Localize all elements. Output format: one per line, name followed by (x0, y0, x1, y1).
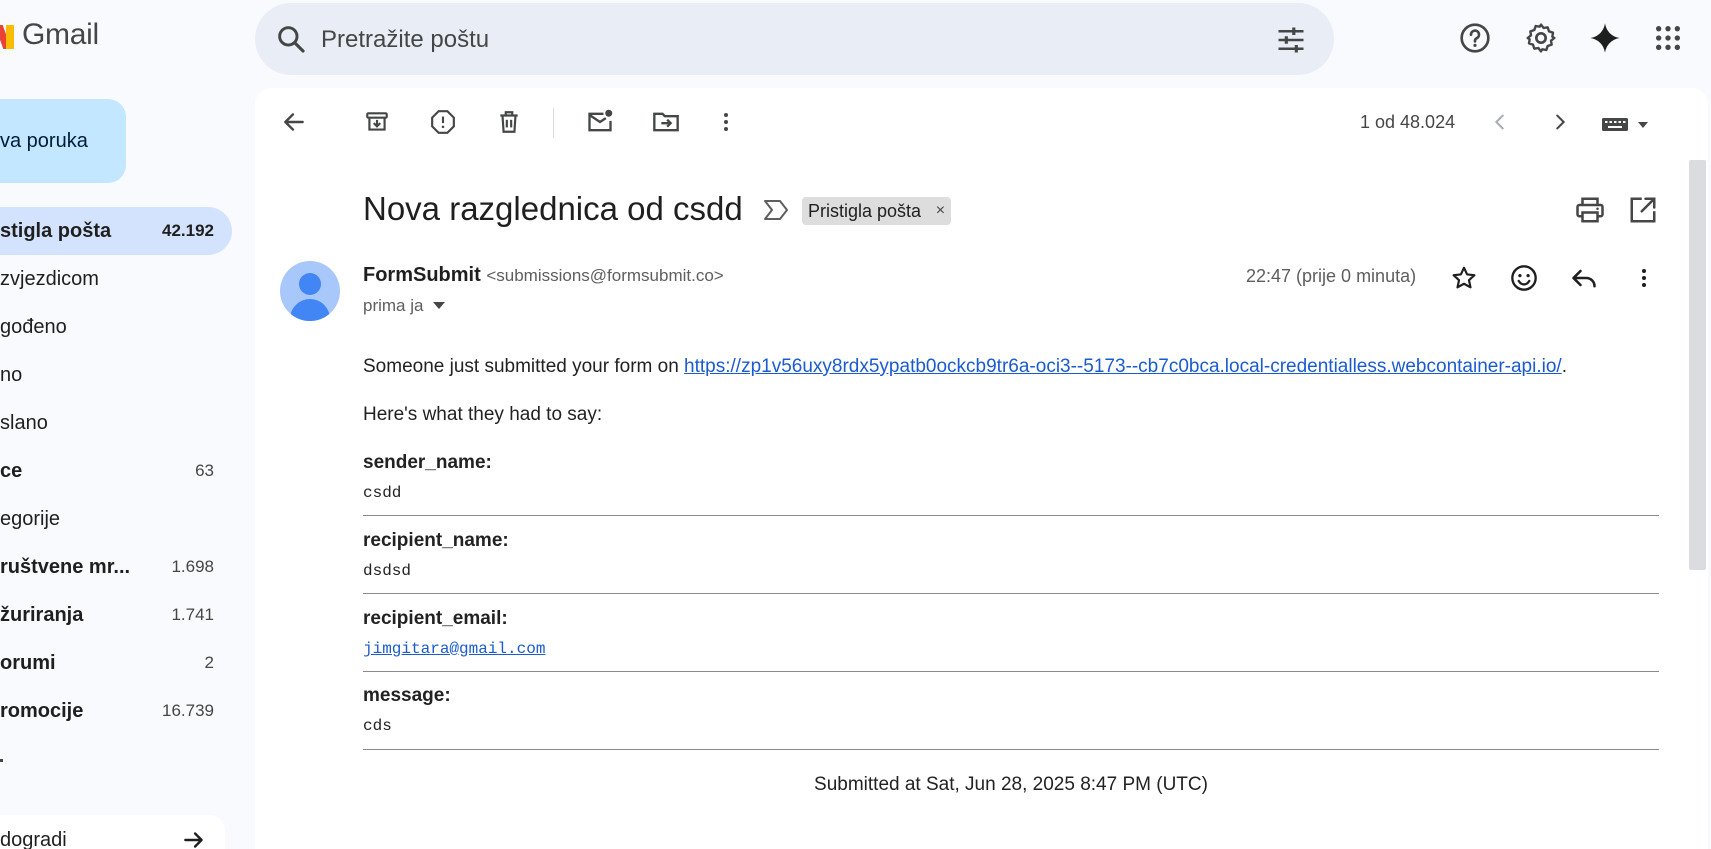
settings-gear-icon[interactable] (1523, 20, 1559, 56)
sidebar-item-starred[interactable]: zvjezdicom (0, 255, 232, 303)
gemini-sparkle-icon[interactable] (1587, 20, 1623, 56)
sidebar-item-important[interactable]: no (0, 351, 232, 399)
remove-label-icon[interactable]: × (936, 197, 945, 225)
newer-chevron-left-icon[interactable] (1484, 106, 1516, 138)
field-key: recipient_name: (363, 530, 509, 551)
gmail-m-icon (0, 21, 14, 49)
sidebar-item-count: 2 (204, 653, 214, 672)
delete-trash-icon[interactable] (493, 106, 525, 138)
label-chip-text: Pristigla pošta (808, 201, 922, 221)
mark-unread-icon[interactable] (584, 106, 616, 138)
sender-line: FormSubmit <submissions@formsubmit.co> (363, 264, 724, 287)
input-tools-keyboard-icon[interactable] (1602, 112, 1652, 134)
field-value: csdd (363, 484, 402, 502)
recipient-email-link[interactable]: jimgitara@gmail.com (363, 640, 1659, 658)
apps-grid-icon[interactable] (1650, 20, 1686, 56)
sidebar-item-updates[interactable]: žuriranja 1.741 (0, 591, 232, 639)
sidebar-item-promotions[interactable]: romocije 16.739 (0, 687, 232, 735)
sidebar-item-label: no (0, 363, 23, 386)
search-bar[interactable]: Pretražite poštu (255, 3, 1334, 75)
caret-down-icon (433, 302, 446, 309)
gmail-logo[interactable]: Gmail (0, 18, 99, 52)
open-in-new-window-icon[interactable] (1628, 195, 1658, 225)
sidebar-item-label: zvjezdicom (0, 267, 99, 290)
recipient-details-toggle[interactable]: prima ja (363, 296, 446, 316)
sidebar-item-label: orumi (0, 651, 56, 674)
add-reaction-emoji-icon[interactable] (1507, 261, 1541, 295)
lead-paragraph: Here's what they had to say: (363, 404, 603, 425)
compose-button[interactable]: va poruka (0, 99, 126, 183)
email-subject: Nova razglednica od csdd (363, 190, 743, 227)
sidebar-item-forums[interactable]: orumi 2 (0, 639, 232, 687)
toolbar-divider (553, 108, 554, 138)
back-arrow-icon[interactable] (278, 106, 310, 138)
print-all-icon[interactable] (1575, 195, 1605, 225)
sidebar-item-label: egorije (0, 507, 61, 530)
sidebar-item-label: ce (0, 459, 23, 482)
older-chevron-right-icon[interactable] (1544, 106, 1576, 138)
field-key: recipient_email: (363, 608, 508, 629)
sidebar-item-social[interactable]: ruštvene mr... 1.698 (0, 543, 232, 591)
sender-name[interactable]: FormSubmit (363, 264, 481, 286)
more-vert-icon[interactable] (710, 106, 742, 138)
message-more-vert-icon[interactable] (1627, 261, 1661, 295)
sidebar-more-marker (0, 759, 3, 762)
intro-suffix: . (1561, 356, 1567, 377)
sidebar-item-count: 16.739 (162, 701, 214, 720)
sender-avatar[interactable] (280, 261, 340, 321)
sidebar-item-label: romocije (0, 699, 84, 722)
importance-marker-icon[interactable] (763, 198, 789, 222)
recipient-line: prima ja (363, 296, 424, 315)
sidebar-item-count: 63 (195, 461, 214, 480)
sidebar-item-label: žuriranja (0, 603, 84, 626)
sidebar-item-count: 1.741 (171, 605, 214, 624)
field-value: cds (363, 717, 392, 735)
sidebar-nav: stigla pošta 42.192 zvjezdicom gođeno no… (0, 207, 232, 735)
sidebar-item-label: slano (0, 411, 48, 434)
help-icon[interactable] (1457, 20, 1493, 56)
inbox-label-chip: Pristigla pošta × (802, 197, 952, 225)
sidebar-item-snoozed[interactable]: gođeno (0, 303, 232, 351)
form-field-row: message: cds (363, 685, 1659, 750)
sidebar-item-count: 1.698 (171, 557, 214, 576)
star-icon[interactable] (1447, 261, 1481, 295)
sidebar-item-label: stigla pošta (0, 219, 112, 242)
scrollbar-thumb[interactable] (1689, 160, 1706, 570)
archive-icon[interactable] (361, 106, 393, 138)
reply-icon[interactable] (1567, 261, 1601, 295)
sidebar-item-label: gođeno (0, 315, 67, 338)
search-options-icon[interactable] (1276, 25, 1306, 55)
arrow-right-icon (184, 832, 203, 848)
sidebar-item-inbox[interactable]: stigla pošta 42.192 (0, 207, 232, 255)
field-key: sender_name: (363, 452, 492, 473)
intro-paragraph: Someone just submitted your form on http… (363, 356, 1567, 378)
form-field-row: sender_name: csdd (363, 452, 1659, 516)
sidebar-item-label: ruštvene mr... (0, 555, 131, 578)
form-field-row: recipient_name: dsdsd (363, 530, 1659, 594)
form-field-row: recipient_email: jimgitara@gmail.com (363, 608, 1659, 672)
message-timestamp: 22:47 (prije 0 minuta) (1246, 266, 1417, 286)
upgrade-label: dogradi (0, 829, 67, 849)
search-input[interactable]: Pretražite poštu (321, 26, 489, 54)
sidebar-item-sent[interactable]: slano (0, 399, 232, 447)
report-spam-icon[interactable] (427, 106, 459, 138)
move-to-icon[interactable] (650, 106, 682, 138)
search-icon[interactable] (275, 23, 307, 55)
submitted-timestamp: Submitted at Sat, Jun 28, 2025 8:47 PM (… (814, 774, 1208, 795)
field-key: message: (363, 685, 451, 706)
upgrade-button[interactable]: dogradi (0, 815, 225, 849)
intro-text: Someone just submitted your form on (363, 356, 685, 377)
field-value: dsdsd (363, 562, 412, 580)
pagination-text: 1 od 48.024 (1360, 112, 1456, 132)
sender-email: <submissions@formsubmit.co> (486, 266, 724, 285)
sidebar-item-count: 42.192 (162, 221, 214, 240)
form-url-link[interactable]: https://zp1v56uxy8rdx5ypatb0ockcb9tr6a-o… (684, 356, 1562, 377)
compose-label: va poruka (0, 130, 88, 152)
sidebar-item-categories[interactable]: egorije (0, 495, 232, 543)
gmail-wordmark: Gmail (22, 18, 99, 51)
sidebar-item-drafts[interactable]: ce 63 (0, 447, 232, 495)
